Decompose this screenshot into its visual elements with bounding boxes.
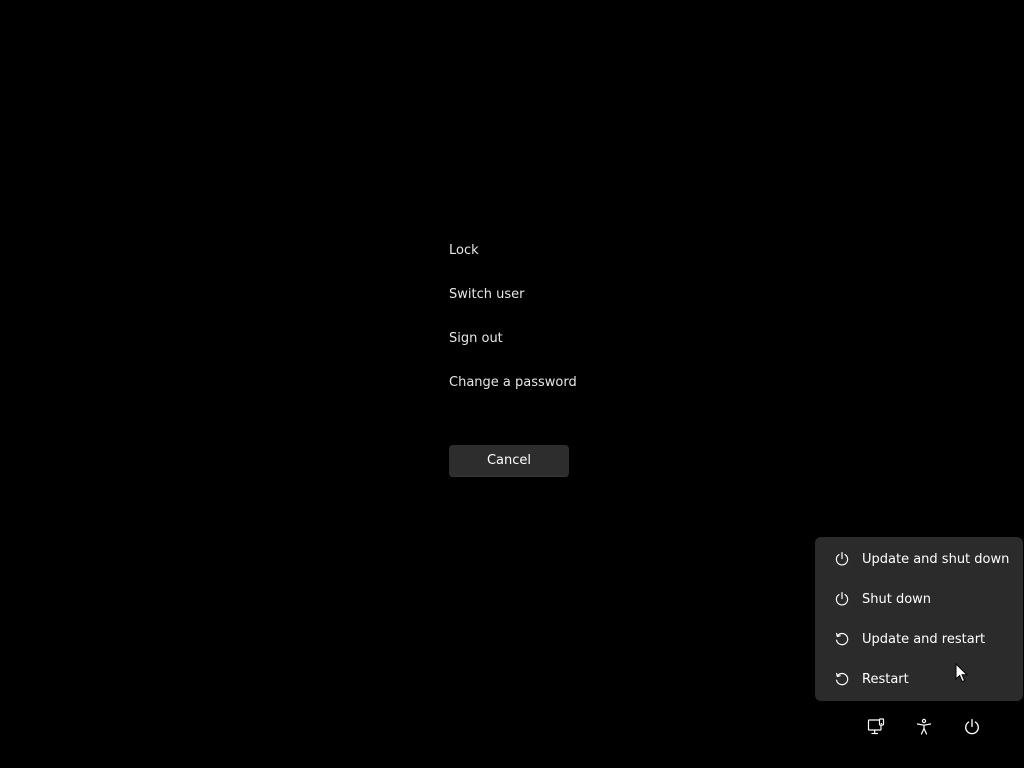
shut-down-item[interactable]: Shut down bbox=[815, 579, 1023, 619]
restart-icon bbox=[833, 630, 851, 648]
menu-item-label: Update and restart bbox=[862, 631, 986, 647]
change-password-option[interactable]: Change a password bbox=[449, 370, 649, 414]
power-icon[interactable] bbox=[962, 717, 982, 737]
update-and-shut-down-item[interactable]: Update and shut down bbox=[815, 539, 1023, 579]
security-screen: Lock Switch user Sign out Change a passw… bbox=[0, 0, 1024, 768]
bottom-tray bbox=[860, 713, 990, 741]
sign-out-option[interactable]: Sign out bbox=[449, 326, 649, 370]
power-icon bbox=[833, 550, 851, 568]
power-menu: Update and shut down Shut down Update an… bbox=[815, 537, 1023, 701]
restart-icon bbox=[833, 670, 851, 688]
menu-item-label: Restart bbox=[862, 671, 909, 687]
restart-item[interactable]: Restart bbox=[815, 659, 1023, 699]
menu-item-label: Shut down bbox=[862, 591, 932, 607]
update-and-restart-item[interactable]: Update and restart bbox=[815, 619, 1023, 659]
cancel-button[interactable]: Cancel bbox=[449, 445, 569, 477]
switch-user-option[interactable]: Switch user bbox=[449, 282, 649, 326]
mouse-cursor-icon bbox=[955, 663, 969, 683]
lock-option[interactable]: Lock bbox=[449, 238, 649, 282]
power-icon bbox=[833, 590, 851, 608]
menu-item-label: Update and shut down bbox=[862, 551, 1010, 567]
network-icon[interactable] bbox=[866, 717, 886, 737]
accessibility-icon[interactable] bbox=[914, 717, 934, 737]
security-options-list: Lock Switch user Sign out Change a passw… bbox=[449, 238, 649, 414]
